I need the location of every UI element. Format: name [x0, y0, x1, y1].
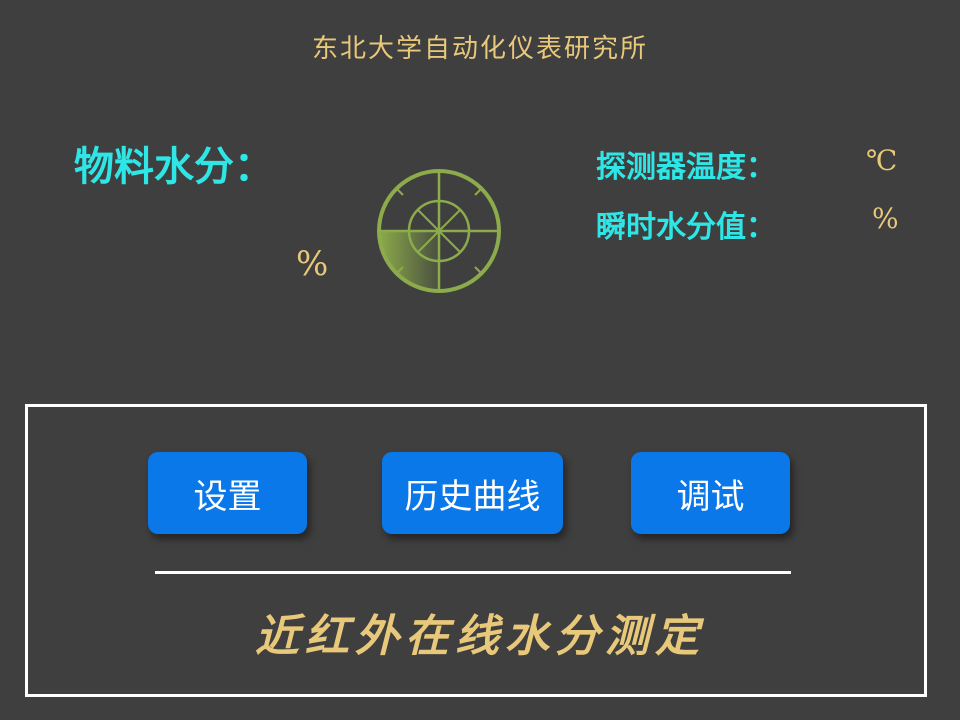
history-curve-button[interactable]: 历史曲线	[382, 452, 563, 534]
footer-title: 近红外在线水分测定	[255, 611, 705, 662]
instant-moisture-label: 瞬时水分值：	[596, 210, 776, 245]
detector-temp-unit: ℃	[866, 144, 898, 177]
debug-button[interactable]: 调试	[631, 452, 790, 534]
radar-dial-icon	[377, 169, 501, 293]
settings-button[interactable]: 设置	[148, 452, 307, 534]
divider	[155, 571, 791, 574]
instant-moisture-unit: %	[872, 202, 899, 235]
org-title: 东北大学自动化仪表研究所	[311, 34, 648, 64]
detector-temp-label: 探测器温度：	[596, 150, 776, 185]
moisture-label: 物料水分：	[74, 144, 274, 190]
moisture-unit: %	[296, 244, 329, 284]
